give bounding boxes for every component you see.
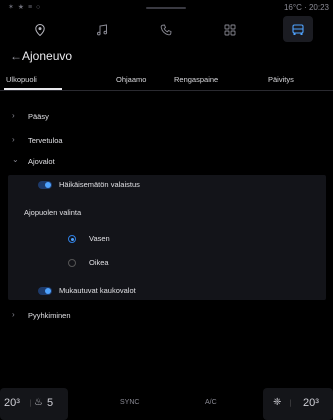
section-pyyhkiminen[interactable]: › Pyyhkiminen	[0, 309, 333, 323]
separator: │	[289, 401, 293, 407]
fan-icon[interactable]: ❈	[273, 397, 281, 408]
page-title: Ajoneuvo	[22, 49, 73, 63]
passenger-temp[interactable]: 20³	[303, 397, 319, 409]
climate-bar: 20³ │ ♨ 5 SYNC A/C ❈ │ 20³	[0, 388, 333, 420]
section-label: Ajovalot	[28, 157, 55, 166]
mukautuvat-label: Mukautuvat kaukovalot	[59, 286, 136, 295]
tab-bar: Ulkopuoli Ohjaamo Rengaspaine Päivitys	[0, 72, 333, 90]
chevron-right-icon: ›	[12, 310, 15, 319]
section-ajovalot[interactable]: ⌄ Ajovalot	[0, 155, 333, 169]
chevron-right-icon: ›	[12, 111, 15, 120]
oikea-label: Oikea	[89, 258, 109, 267]
phone-icon[interactable]	[155, 20, 177, 40]
ajopuolen-valinta-heading: Ajopuolen valinta	[24, 208, 82, 217]
apps-grid-icon[interactable]	[219, 20, 241, 40]
status-icons: ✶ ★ ≡ ○	[8, 4, 42, 11]
tab-rengaspaine[interactable]: Rengaspaine	[174, 75, 218, 84]
status-handle	[146, 7, 186, 9]
vasen-label: Vasen	[89, 234, 110, 243]
radio-oikea[interactable]	[68, 259, 76, 267]
section-label: Tervetuloa	[28, 136, 63, 145]
separator: │	[29, 401, 33, 407]
section-label: Pyyhkiminen	[28, 311, 71, 320]
mukautuvat-toggle[interactable]	[38, 287, 52, 295]
driver-temp[interactable]: 20³	[4, 397, 20, 409]
music-note-icon[interactable]	[91, 20, 113, 40]
location-pin-icon[interactable]	[29, 20, 51, 40]
hakaisematon-label: Häikäisemätön valaistus	[59, 180, 140, 189]
section-tervetuloa[interactable]: › Tervetuloa	[0, 134, 333, 148]
seat-heat-icon[interactable]: ♨	[34, 397, 43, 408]
car-icon[interactable]	[287, 20, 309, 40]
chevron-right-icon: ›	[12, 135, 15, 144]
back-button[interactable]: ←	[10, 49, 22, 63]
tab-paivitys[interactable]: Päivitys	[268, 75, 294, 84]
tabs-divider	[0, 90, 333, 91]
status-temp-time: 16°C · 20:23	[283, 3, 329, 12]
section-paasy[interactable]: › Pääsy	[0, 110, 333, 124]
section-label: Pääsy	[28, 112, 49, 121]
sync-button[interactable]: SYNC	[120, 399, 139, 406]
tab-ohjaamo[interactable]: Ohjaamo	[116, 75, 146, 84]
ajovalot-panel	[8, 175, 326, 300]
chevron-down-icon: ⌄	[12, 155, 19, 164]
tab-ulkopuoli[interactable]: Ulkopuoli	[6, 75, 37, 84]
status-bar: ✶ ★ ≡ ○ 16°C · 20:23	[0, 0, 333, 14]
radio-vasen[interactable]	[68, 235, 76, 243]
ac-button[interactable]: A/C	[205, 399, 217, 406]
seat-heat-level[interactable]: 5	[47, 397, 53, 409]
page-header: ← Ajoneuvo	[0, 46, 333, 68]
top-nav	[0, 16, 333, 42]
hakaisematon-toggle[interactable]	[38, 181, 52, 189]
